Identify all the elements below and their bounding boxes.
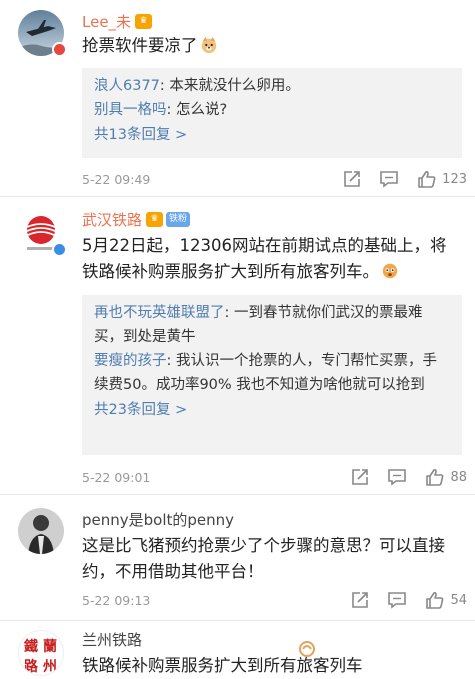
divider: [0, 196, 475, 197]
watermark: [298, 638, 316, 660]
username[interactable]: Lee_未: [82, 11, 131, 32]
reply-line: 浪人6377: 本来就没什么卵用。: [94, 78, 300, 94]
comment-text: 5月22日起，12306网站在前期试点的基础上，将铁路候补购票服务扩大到所有旅客…: [82, 236, 447, 281]
comment-text: 抢票软件要凉了: [82, 33, 454, 59]
share-button[interactable]: [343, 170, 361, 188]
fan-tag: 铁粉: [166, 211, 191, 227]
username[interactable]: 兰州铁路: [82, 629, 142, 650]
reply-line: 别具一格吗: 怎么说?: [94, 102, 228, 118]
username[interactable]: penny是bolt的penny: [82, 509, 234, 530]
like-button[interactable]: 88: [425, 468, 467, 487]
reply-box: 再也不玩英雄联盟了: 一到春节就你们武汉的票最难买，到处是黄牛 要瘦的孩子: 我…: [82, 295, 462, 455]
comment-text: 这是比飞猪预约抢票少了个步骤的意思？可以直接约，不用借助其他平台！: [82, 536, 445, 581]
vip-icon: ♛: [135, 13, 153, 29]
comment-icon: [388, 592, 407, 609]
reply-user[interactable]: 要瘦的孩子: [94, 353, 167, 369]
like-icon: [426, 468, 444, 486]
reply-line: 再也不玩英雄联盟了: 一到春节就你们武汉的票最难买，到处是黄牛: [94, 305, 423, 345]
like-count: 54: [450, 592, 467, 608]
divider: [0, 494, 475, 495]
reply-user[interactable]: 再也不玩英雄联盟了: [94, 305, 225, 321]
share-button[interactable]: [351, 591, 369, 609]
svg-text:蘭: 蘭: [43, 638, 57, 655]
username[interactable]: 武汉铁路: [82, 209, 142, 230]
comment-icon: [380, 171, 398, 188]
comment-icon: [388, 469, 407, 486]
reply-user[interactable]: 别具一格吗: [94, 102, 167, 118]
like-count: 88: [450, 469, 467, 485]
more-replies-link[interactable]: 共23条回复 >: [94, 397, 450, 423]
reply-user[interactable]: 浪人6377: [94, 78, 160, 94]
face-emoji-icon: [382, 263, 398, 279]
watermark-logo-icon: [299, 641, 315, 657]
comment-button[interactable]: [387, 468, 407, 486]
timestamp: 5-22 09:01: [82, 469, 151, 485]
vip-icon: ♛: [146, 211, 164, 227]
share-icon: [344, 171, 360, 187]
doge-emoji-icon: [201, 36, 216, 54]
like-count: 123: [442, 171, 467, 187]
share-icon: [352, 469, 369, 485]
verified-badge: [52, 42, 67, 57]
share-icon: [352, 592, 369, 608]
divider: [0, 620, 475, 621]
timestamp: 5-22 09:13: [82, 592, 151, 608]
svg-text:鐵: 鐵: [24, 638, 38, 655]
comment-button[interactable]: [387, 591, 407, 609]
comment-button[interactable]: [379, 170, 399, 188]
timestamp: 5-22 09:49: [82, 171, 151, 187]
share-button[interactable]: [351, 468, 369, 486]
like-button[interactable]: 123: [417, 170, 467, 189]
like-button[interactable]: 54: [425, 591, 467, 610]
avatar[interactable]: 鐵 蘭 路 州: [18, 630, 64, 676]
verified-badge: [52, 242, 67, 257]
avatar[interactable]: [18, 508, 64, 554]
svg-text:州: 州: [42, 659, 57, 675]
reply-line: 要瘦的孩子: 我认识一个抢票的人，专门帮忙买票，手续费50。成功率90% 我也不…: [94, 353, 437, 393]
like-icon: [426, 591, 444, 609]
svg-text:路: 路: [24, 658, 39, 675]
like-icon: [418, 170, 436, 188]
comment-text: 铁路候补购票服务扩大到所有旅客列车: [82, 656, 363, 675]
reply-box: 浪人6377: 本来就没什么卵用。 别具一格吗: 怎么说? 共13条回复 >: [82, 68, 462, 158]
more-replies-link[interactable]: 共13条回复 >: [94, 122, 450, 148]
